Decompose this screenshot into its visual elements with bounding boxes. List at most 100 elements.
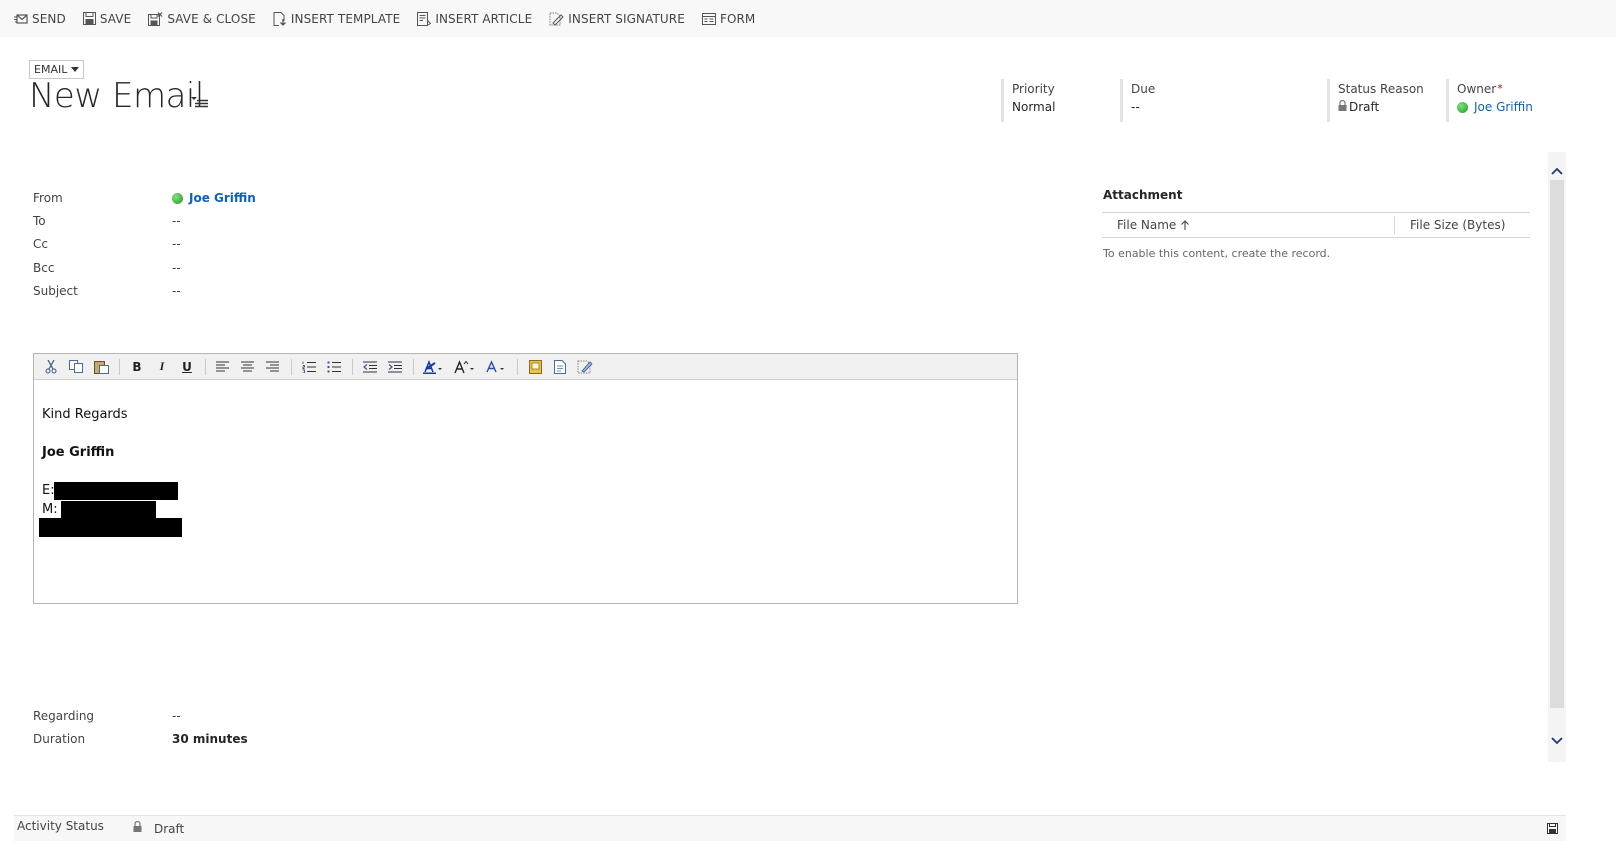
bcc-label: Bcc: [33, 261, 55, 275]
lock-icon: [1338, 100, 1347, 111]
insert-article-label: INSERT ARTICLE: [435, 11, 533, 26]
save-icon: [82, 12, 96, 25]
insert-article-button[interactable]: INSERT ARTICLE: [417, 11, 533, 26]
from-link[interactable]: Joe Griffin: [189, 191, 256, 205]
lock-icon: [133, 820, 142, 835]
regarding-field[interactable]: --: [172, 709, 181, 723]
highlight-icon: [423, 359, 442, 374]
presence-icon: [1457, 101, 1468, 113]
toolbar-separator: [413, 358, 414, 375]
insert-template-icon: [273, 11, 286, 26]
regarding-row: Regarding --: [33, 709, 181, 723]
attachment-empty-message: To enable this content, create the recor…: [1103, 247, 1331, 260]
increase-indent-button[interactable]: [384, 357, 406, 377]
send-button[interactable]: SEND: [14, 12, 66, 26]
from-label: From: [33, 191, 63, 205]
header-due[interactable]: Due --: [1120, 79, 1155, 122]
form-icon: [701, 12, 716, 25]
redaction-block: [39, 518, 182, 537]
scroll-thumb[interactable]: [1550, 180, 1564, 708]
header-priority[interactable]: Priority Normal: [1001, 79, 1055, 122]
column-file-name[interactable]: File Name: [1117, 218, 1190, 232]
to-field[interactable]: --: [172, 214, 181, 228]
chevron-down-icon: [1551, 737, 1563, 745]
scroll-up-button[interactable]: [1551, 164, 1563, 178]
insert-template-button[interactable]: INSERT TEMPLATE: [273, 11, 400, 26]
toolbar-separator: [517, 358, 518, 375]
menu-icon: [191, 97, 208, 108]
vertical-scrollbar[interactable]: [1548, 152, 1566, 762]
required-indicator: *: [1497, 82, 1503, 95]
align-left-button[interactable]: [212, 357, 234, 377]
due-value: --: [1131, 100, 1140, 114]
subject-label: Subject: [33, 284, 78, 298]
image-icon: [528, 359, 542, 374]
duration-field[interactable]: 30 minutes: [172, 732, 248, 746]
entity-form-selector-label: EMAIL: [34, 63, 68, 76]
save-close-icon: [148, 11, 163, 26]
subject-row: Subject --: [33, 284, 181, 298]
insert-image-button[interactable]: [524, 357, 546, 377]
bcc-field[interactable]: --: [172, 261, 181, 275]
toolbar-separator: [291, 358, 292, 375]
scroll-down-button[interactable]: [1551, 734, 1563, 748]
from-row: From Joe Griffin: [33, 191, 256, 205]
insert-signature-icon: [549, 12, 564, 26]
priority-value: Normal: [1012, 100, 1056, 114]
cut-button[interactable]: [40, 357, 62, 377]
save-close-button[interactable]: SAVE & CLOSE: [148, 12, 256, 26]
clean-format-button[interactable]: [574, 357, 596, 377]
italic-button[interactable]: I: [151, 357, 173, 377]
align-center-button[interactable]: [237, 357, 259, 377]
redaction-block: [61, 501, 156, 518]
numbered-list-button[interactable]: [298, 357, 320, 377]
command-bar: SEND SAVE SAVE & CLOSE INSERT TEMPLATE I…: [0, 0, 1616, 37]
attachment-grid-header: File Name File Size (Bytes): [1102, 212, 1530, 238]
highlight-color-button[interactable]: [420, 357, 448, 377]
decrease-indent-button[interactable]: [359, 357, 381, 377]
duration-label: Duration: [33, 732, 86, 746]
align-right-button[interactable]: [262, 357, 284, 377]
activity-status-value: Draft: [154, 822, 185, 836]
align-center-icon: [241, 361, 254, 372]
font-color-button[interactable]: [482, 357, 510, 377]
bullet-list-button[interactable]: [323, 357, 345, 377]
insert-signature-button[interactable]: INSERT SIGNATURE: [549, 12, 685, 26]
activity-status-label: Activity Status: [17, 819, 104, 833]
form-label: FORM: [719, 11, 756, 26]
form-button[interactable]: FORM: [701, 11, 756, 26]
subject-field[interactable]: --: [172, 284, 181, 298]
chevron-down-icon: [71, 67, 80, 72]
save-button[interactable]: SAVE: [82, 12, 131, 26]
page-title: New Email: [29, 76, 204, 116]
font-size-button[interactable]: [451, 357, 479, 377]
bullet-list-icon: [327, 361, 341, 372]
clean-format-icon: [577, 360, 593, 374]
underline-button[interactable]: U: [176, 357, 198, 377]
owner-link[interactable]: Joe Griffin: [1474, 100, 1533, 114]
bold-button[interactable]: B: [126, 357, 148, 377]
from-field[interactable]: Joe Griffin: [172, 191, 256, 205]
save-icon: [1547, 823, 1558, 834]
view-source-button[interactable]: [549, 357, 571, 377]
due-label: Due: [1131, 82, 1156, 96]
font-color-icon: [486, 359, 504, 372]
bcc-row: Bcc --: [33, 261, 181, 275]
status-reason-label: Status Reason: [1338, 82, 1424, 96]
header-owner[interactable]: Owner* Joe Griffin: [1446, 79, 1533, 122]
copy-button[interactable]: [65, 357, 87, 377]
form-navigation-menu[interactable]: [191, 96, 209, 111]
status-reason-value: Draft: [1349, 100, 1380, 114]
column-file-size[interactable]: File Size (Bytes): [1410, 218, 1505, 232]
signature-email-prefix: E:: [42, 483, 55, 498]
cc-field[interactable]: --: [172, 237, 181, 251]
attachment-section-title: Attachment: [1103, 188, 1183, 202]
column-divider: [1394, 216, 1395, 234]
increase-indent-icon: [387, 361, 402, 372]
sort-ascending-icon: [1181, 219, 1190, 230]
footer-save-button[interactable]: [1547, 823, 1558, 837]
paste-button[interactable]: [90, 357, 112, 377]
redaction-block: [54, 482, 178, 500]
insert-signature-label: INSERT SIGNATURE: [568, 11, 685, 26]
status-footer: Activity Status Draft: [14, 815, 1566, 841]
